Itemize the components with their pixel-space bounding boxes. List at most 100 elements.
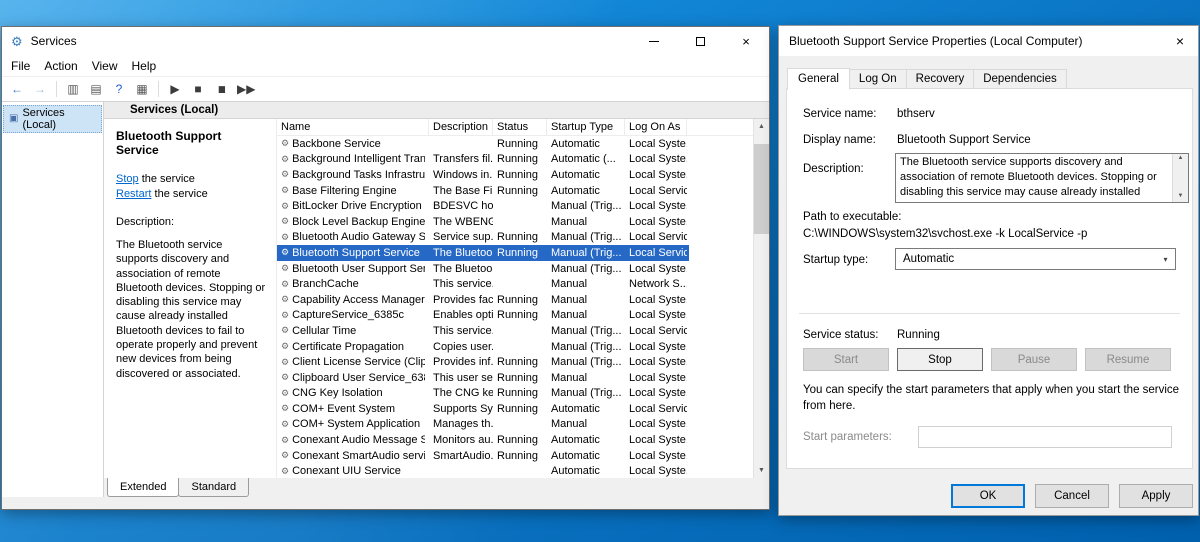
scroll-down-icon[interactable]: ▼ bbox=[1178, 192, 1184, 202]
menu-help[interactable]: Help bbox=[125, 57, 164, 75]
tab-extended[interactable]: Extended bbox=[107, 478, 179, 497]
tab-general[interactable]: General bbox=[787, 68, 850, 90]
properties-icon[interactable]: ▦ bbox=[135, 83, 149, 95]
window-title: Services bbox=[31, 34, 77, 48]
service-name-cell: ⚙Clipboard User Service_6385c bbox=[277, 372, 429, 384]
service-gear-icon: ⚙ bbox=[281, 311, 289, 320]
menu-file[interactable]: File bbox=[4, 57, 37, 75]
scrollbar-track[interactable] bbox=[754, 134, 769, 463]
service-row[interactable]: ⚙Certificate Propagation Copies user... … bbox=[277, 339, 689, 355]
stop-button[interactable]: Stop bbox=[897, 348, 983, 371]
service-gear-icon: ⚙ bbox=[281, 233, 289, 242]
service-row[interactable]: ⚙Capability Access Manager ... Provides … bbox=[277, 292, 689, 308]
service-status-cell: Running bbox=[493, 185, 547, 197]
service-row[interactable]: ⚙BitLocker Drive Encryption ... BDESVC h… bbox=[277, 198, 689, 214]
apply-button[interactable]: Apply bbox=[1119, 484, 1193, 508]
service-row[interactable]: ⚙Conexant SmartAudio service SmartAudio.… bbox=[277, 448, 689, 464]
column-header-status[interactable]: Status bbox=[493, 119, 547, 135]
service-description-cell: SmartAudio... bbox=[429, 450, 493, 462]
service-row[interactable]: ⚙Base Filtering Engine The Base Fil... R… bbox=[277, 183, 689, 199]
service-row[interactable]: ⚙Cellular Time This service... Manual (T… bbox=[277, 323, 689, 339]
service-row[interactable]: ⚙COM+ Event System Supports Sy... Runnin… bbox=[277, 401, 689, 417]
menu-view[interactable]: View bbox=[85, 57, 125, 75]
services-list: Name Description Status Startup Type Log… bbox=[276, 119, 753, 478]
scrollbar-up-icon[interactable]: ▲ bbox=[754, 119, 769, 134]
service-row[interactable]: ⚙COM+ System Application Manages th... M… bbox=[277, 417, 689, 433]
tree-item-services-local[interactable]: ▣ Services (Local) bbox=[3, 105, 102, 133]
ok-button[interactable]: OK bbox=[951, 484, 1025, 508]
tab-standard[interactable]: Standard bbox=[178, 478, 249, 497]
service-row[interactable]: ⚙Backbone Service Running Automatic Loca… bbox=[277, 136, 689, 152]
service-name-label: Service name: bbox=[803, 108, 877, 120]
description-textbox[interactable]: The Bluetooth service supports discovery… bbox=[895, 153, 1189, 203]
service-name-cell: ⚙Backbone Service bbox=[277, 138, 429, 150]
scrollbar-thumb[interactable] bbox=[754, 144, 769, 234]
service-row[interactable]: ⚙Bluetooth Audio Gateway S... Service su… bbox=[277, 230, 689, 246]
toolbar-separator bbox=[158, 81, 159, 97]
service-row[interactable]: ⚙Background Intelligent Tran... Transfer… bbox=[277, 152, 689, 168]
column-header-startup-type[interactable]: Startup Type bbox=[547, 119, 625, 135]
cancel-button[interactable]: Cancel bbox=[1035, 484, 1109, 508]
maximize-button[interactable] bbox=[677, 27, 723, 55]
service-logon-cell: Local Syste... bbox=[625, 341, 687, 353]
tab-log-on[interactable]: Log On bbox=[849, 69, 907, 89]
service-row[interactable]: ⚙Conexant UIU Service Automatic Local Sy… bbox=[277, 463, 689, 478]
service-description-cell: BDESVC hos... bbox=[429, 200, 493, 212]
service-row[interactable]: ⚙Block Level Backup Engine ... The WBENG… bbox=[277, 214, 689, 230]
display-name-value: Bluetooth Support Service bbox=[897, 134, 1031, 146]
service-row[interactable]: ⚙Bluetooth Support Service The Bluetoo..… bbox=[277, 245, 689, 261]
service-gear-icon: ⚙ bbox=[281, 186, 289, 195]
service-row[interactable]: ⚙Background Tasks Infrastruc... Windows … bbox=[277, 167, 689, 183]
service-description-cell: Enables opti... bbox=[429, 309, 493, 321]
service-logon-cell: Local Syste... bbox=[625, 356, 687, 368]
services-toolbar: ← → ▥ ▤? ▦ ▶ ■ ▮▮ ▶▶ bbox=[2, 76, 769, 102]
service-gear-icon: ⚙ bbox=[281, 420, 289, 429]
service-row[interactable]: ⚙BranchCache This service... Manual Netw… bbox=[277, 276, 689, 292]
dialog-close-button[interactable]: × bbox=[1162, 26, 1198, 56]
restart-service-icon[interactable]: ▶▶ bbox=[237, 83, 255, 95]
service-row[interactable]: ⚙Clipboard User Service_6385c This user … bbox=[277, 370, 689, 386]
show-console-tree-icon[interactable]: ▥ bbox=[66, 83, 80, 95]
service-description-cell: Monitors au... bbox=[429, 434, 493, 446]
tab-recovery[interactable]: Recovery bbox=[906, 69, 975, 89]
stop-service-link[interactable]: Stop bbox=[116, 173, 139, 185]
minimize-button[interactable] bbox=[631, 27, 677, 55]
forward-icon[interactable]: → bbox=[33, 83, 47, 95]
service-logon-cell: Local Syste... bbox=[625, 450, 687, 462]
service-status-cell: Running bbox=[493, 247, 547, 259]
service-status-label: Service status: bbox=[803, 329, 878, 341]
column-header-status-label: Status bbox=[497, 121, 528, 133]
start-service-icon[interactable]: ▶ bbox=[168, 83, 182, 95]
column-header-name[interactable]: Name bbox=[277, 119, 429, 135]
service-logon-cell: Local Syste... bbox=[625, 418, 687, 430]
service-row[interactable]: ⚙CaptureService_6385c Enables opti... Ru… bbox=[277, 308, 689, 324]
service-startup-cell: Manual (Trig... bbox=[547, 231, 625, 243]
back-icon[interactable]: ← bbox=[10, 83, 24, 95]
pause-service-icon[interactable]: ▮▮ bbox=[214, 85, 228, 94]
service-description-cell: This service... bbox=[429, 325, 493, 337]
export-list-icon[interactable]: ▤ bbox=[89, 83, 103, 95]
menu-action[interactable]: Action bbox=[37, 57, 84, 75]
service-description-cell: Service sup... bbox=[429, 231, 493, 243]
service-description-cell: The Bluetoo... bbox=[429, 263, 493, 275]
scroll-up-icon[interactable]: ▲ bbox=[1178, 154, 1184, 164]
service-startup-cell: Automatic bbox=[547, 434, 625, 446]
tab-dependencies[interactable]: Dependencies bbox=[973, 69, 1067, 89]
column-header-description[interactable]: Description bbox=[429, 119, 493, 135]
service-row[interactable]: ⚙CNG Key Isolation The CNG ke... Running… bbox=[277, 386, 689, 402]
list-scrollbar[interactable]: ▲ ▼ bbox=[753, 119, 769, 478]
stop-service-icon[interactable]: ■ bbox=[191, 83, 205, 95]
service-row[interactable]: ⚙Client License Service (ClipS... Provid… bbox=[277, 354, 689, 370]
close-button[interactable]: × bbox=[723, 27, 769, 55]
startup-type-select[interactable]: Automatic ▾ bbox=[895, 248, 1176, 270]
description-scrollbar[interactable]: ▲ ▼ bbox=[1172, 154, 1188, 202]
start-parameters-input bbox=[918, 426, 1172, 448]
service-row[interactable]: ⚙Conexant Audio Message S... Monitors au… bbox=[277, 432, 689, 448]
scrollbar-down-icon[interactable]: ▼ bbox=[754, 463, 769, 478]
service-row[interactable]: ⚙Bluetooth User Support Ser... The Bluet… bbox=[277, 261, 689, 277]
help-icon[interactable]: ? bbox=[112, 83, 126, 95]
column-header-log-on-as[interactable]: Log On As bbox=[625, 119, 687, 135]
restart-service-link[interactable]: Restart bbox=[116, 188, 151, 200]
service-status-cell: Running bbox=[493, 387, 547, 399]
service-logon-cell: Local Syste... bbox=[625, 263, 687, 275]
